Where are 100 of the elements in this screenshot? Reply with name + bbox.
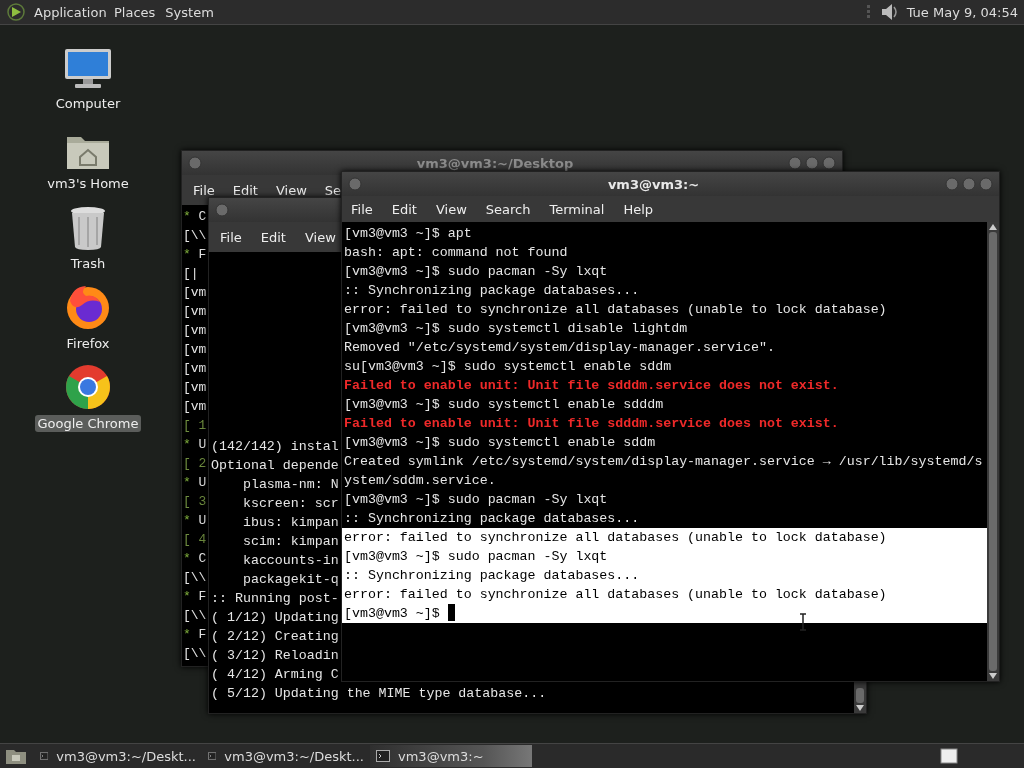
menu-item[interactable]: Edit	[232, 183, 258, 197]
terminal-line: [\\	[183, 569, 207, 587]
terminal-line: [vm3@vm3 ~]$ sudo systemctl enable sddm	[344, 434, 656, 452]
terminal-icon	[208, 750, 217, 762]
terminal-line: [ 2	[183, 455, 207, 473]
terminal-line: scim: kimpan	[241, 533, 339, 551]
menu-logo-icon[interactable]	[6, 2, 26, 22]
menu-item[interactable]: View	[435, 202, 467, 216]
terminal-line: * C	[183, 208, 207, 226]
scrollbar[interactable]	[987, 222, 999, 681]
terminal-line: [vm	[183, 322, 207, 340]
terminal-line: * U	[183, 474, 207, 492]
browser-logo-icon[interactable]	[64, 363, 112, 411]
terminal-line: kscreen: scr	[241, 495, 339, 513]
panel-menu[interactable]: Places	[112, 2, 164, 22]
menu-item[interactable]: Edit	[391, 202, 417, 216]
terminal-line: ( 2/12) Creating	[211, 628, 339, 646]
terminal-line: [vm3@vm3 ~]$	[344, 606, 441, 621]
terminal-line: [vm3@vm3 ~]$ sudo systemctl disable lightdm	[344, 320, 688, 338]
terminal-line: :: Running post-	[211, 590, 339, 608]
terminal-line: [\\	[183, 227, 207, 245]
workspace-switcher-icon[interactable]	[940, 748, 958, 764]
menu-item[interactable]: Help	[623, 202, 654, 216]
terminal-line: [vm	[183, 379, 207, 397]
terminal-line: ibus: kimpan	[241, 514, 339, 532]
scroll-up-arrow-icon[interactable]	[989, 224, 997, 230]
terminal-line: :: Synchronizing package databases...	[344, 282, 640, 300]
terminal-line: [ 1	[183, 417, 207, 435]
clock[interactable]: Tue May 9, 04:54	[906, 4, 1024, 20]
text-cursor	[447, 604, 455, 621]
panel-menu[interactable]: System	[163, 2, 222, 22]
close-button[interactable]	[822, 156, 836, 170]
terminal-line: * C	[183, 550, 207, 568]
terminal-line: (142/142) instal	[211, 438, 339, 456]
terminal-line: :: Synchronizing package databases...	[344, 510, 640, 528]
desktop-icon-label[interactable]: vm3's Home	[44, 175, 132, 192]
desktop-icon-label[interactable]: Firefox	[63, 335, 113, 352]
terminal-line: * U	[183, 436, 207, 454]
taskbar-button[interactable]: vm3@vm3:~/Deskt...	[202, 745, 364, 767]
terminal-line: [vm3@vm3 ~]$ sudo pacman -Sy lxqt	[344, 263, 608, 281]
scroll-down-arrow-icon[interactable]	[856, 705, 864, 711]
desktop-icon-label[interactable]: Computer	[52, 95, 124, 112]
terminal-line: ( 4/12) Arming C	[211, 666, 339, 684]
menu-item[interactable]: Se	[324, 183, 342, 197]
terminal-line: ystem/sddm.service.	[344, 472, 496, 490]
terminal-line: [vm	[183, 398, 207, 416]
menu-item[interactable]: Terminal	[549, 202, 605, 216]
menu-item[interactable]: File	[220, 230, 242, 244]
browser-logo-icon[interactable]	[64, 283, 112, 331]
window-title: vm3@vm3:~	[606, 177, 701, 191]
terminal-line: plasma-nm: N	[241, 476, 339, 494]
menu-item[interactable]: Edit	[260, 230, 286, 244]
terminal-line: [vm3@vm3 ~]$ sudo systemctl enable sdddm	[344, 396, 664, 414]
menu-item[interactable]: View	[275, 183, 307, 197]
minimize-button[interactable]	[788, 156, 802, 170]
terminal-line: ( 5/12) Updating the MIME type database...	[211, 685, 547, 703]
terminal-line: * U	[183, 512, 207, 530]
terminal-line: error: failed to synchronize all databases (unable to lock database)	[344, 301, 887, 319]
terminal-line: * F	[183, 626, 207, 644]
trash-icon[interactable]	[69, 205, 107, 251]
menu-item[interactable]: File	[193, 183, 215, 197]
terminal-line: [vm3@vm3 ~]$ apt	[344, 225, 472, 243]
menu-item[interactable]: View	[304, 230, 336, 244]
taskbar-button[interactable]: vm3@vm3:~	[370, 745, 532, 767]
terminal-line: * F	[183, 246, 207, 264]
terminal-line: Failed to enable unit: Unit file sdddm.service does not exist.	[344, 377, 839, 395]
menu-item[interactable]: Search	[485, 202, 531, 216]
computer-icon[interactable]	[63, 47, 113, 91]
terminal-line: [vm	[183, 284, 207, 302]
terminal-line: [vm	[183, 303, 207, 321]
desktop-icon-label[interactable]: Google Chrome	[34, 415, 142, 432]
terminal-line: bash: apt: command not found	[344, 244, 568, 262]
window-title: vm3@vm3:~/Desktop	[415, 156, 575, 170]
terminal-icon	[40, 750, 49, 762]
terminal-icon	[376, 750, 390, 762]
menu-item[interactable]: File	[351, 202, 373, 216]
terminal-line: kaccounts-in	[241, 552, 339, 570]
terminal-line: [\\	[183, 607, 207, 625]
terminal-line: Failed to enable unit: Unit file sdddm.service does not exist.	[344, 415, 839, 433]
terminal-line: [ 4	[183, 531, 207, 549]
terminal-line: [\\	[183, 645, 207, 663]
maximize-button[interactable]	[805, 156, 819, 170]
terminal-line: packagekit-q	[241, 571, 339, 589]
terminal-line: [vm	[183, 360, 207, 378]
terminal-line: ( 3/12) Reloadin	[211, 647, 339, 665]
panel-menu[interactable]: Application	[32, 2, 112, 22]
terminal-line: ( 1/12) Updating	[211, 609, 339, 627]
text-cursor-pointer-icon	[799, 613, 807, 631]
terminal-line: Created symlink /etc/systemd/system/display-manager.service → /usr/lib/systemd/s	[344, 453, 983, 471]
terminal-line: [vm	[183, 341, 207, 359]
terminal-line: [ 3	[183, 493, 207, 511]
scroll-down-arrow-icon[interactable]	[989, 673, 997, 679]
desktop-icon-label[interactable]: Trash	[67, 255, 109, 272]
taskbar-button[interactable]: vm3@vm3:~/Deskt...	[34, 745, 196, 767]
terminal-line: Optional depende	[211, 457, 339, 475]
terminal-line: [|	[183, 265, 199, 283]
scrollbar-thumb[interactable]	[856, 688, 864, 703]
panel-grip-icon	[866, 4, 871, 20]
terminal-line: * F	[183, 588, 207, 606]
terminal-line: su[vm3@vm3 ~]$ sudo systemctl enable sddm	[344, 358, 672, 376]
